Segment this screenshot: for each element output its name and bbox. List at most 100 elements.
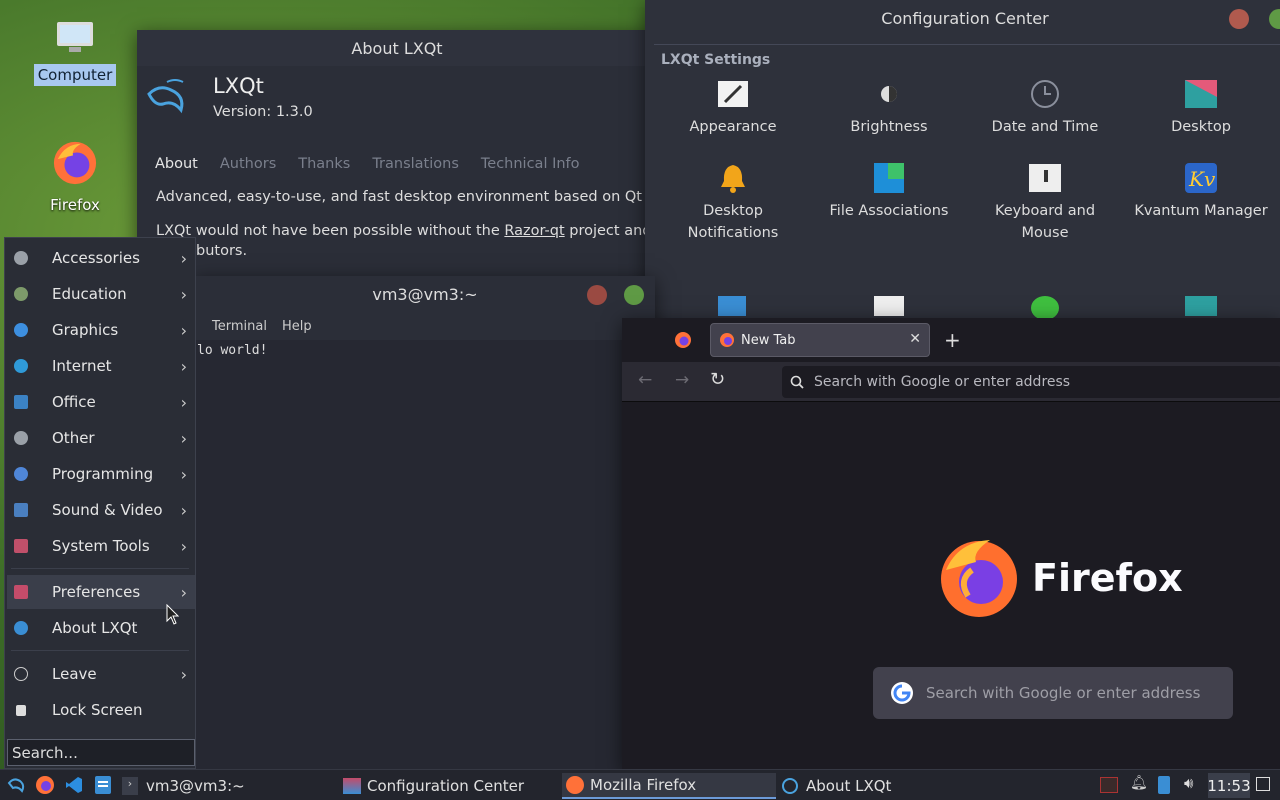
desktop-icon-computer[interactable]: Computer: [30, 20, 120, 86]
close-tab-icon[interactable]: ✕: [909, 331, 921, 347]
app-name: LXQt: [213, 74, 264, 98]
menu-help[interactable]: Help: [282, 319, 312, 334]
brightness-icon: [873, 78, 905, 110]
menu-sound-video[interactable]: Sound & Video ›: [7, 493, 195, 527]
accessories-icon: [14, 251, 28, 265]
config-keyboard-mouse[interactable]: Keyboard and Mouse: [967, 162, 1123, 244]
search-icon: [790, 375, 804, 389]
graphics-icon: [14, 323, 28, 337]
menu-lock-screen[interactable]: Lock Screen: [7, 693, 195, 727]
config-desktop-notifications[interactable]: Desktop Notifications: [655, 162, 811, 244]
clipboard-icon[interactable]: [1158, 776, 1170, 794]
menu-system-tools[interactable]: System Tools ›: [7, 529, 195, 563]
config-kvantum-manager[interactable]: Kv Kvantum Manager: [1123, 162, 1279, 244]
back-icon[interactable]: ←: [638, 370, 652, 390]
config-titlebar[interactable]: Configuration Center: [645, 0, 1280, 36]
minimize-button[interactable]: [1229, 9, 1249, 29]
terminal-titlebar[interactable]: vm3@vm3:~: [195, 276, 655, 312]
menu-leave[interactable]: Leave ›: [7, 657, 195, 691]
firefox-window: New Tab ✕ + ← → ↻ Search with Google or …: [622, 318, 1280, 770]
config-desktop[interactable]: Desktop: [1123, 78, 1279, 138]
config-file-associations[interactable]: File Associations: [811, 162, 967, 244]
firefox-logo-icon: [938, 536, 1020, 622]
config-brightness[interactable]: Brightness: [811, 78, 967, 138]
maximize-button[interactable]: [1269, 9, 1280, 29]
config-task-icon: [343, 778, 361, 794]
chevron-right-icon: ›: [180, 464, 187, 484]
firefox-navbar: ← → ↻ Search with Google or enter addres…: [622, 362, 1280, 402]
svg-text:Kv: Kv: [1188, 167, 1216, 191]
address-bar[interactable]: Search with Google or enter address: [782, 366, 1280, 398]
config-appearance[interactable]: Appearance: [655, 78, 811, 138]
menu-search-input[interactable]: Search...: [7, 739, 195, 766]
forward-icon[interactable]: →: [675, 370, 689, 390]
sound-video-icon: [14, 503, 28, 517]
chevron-right-icon: ›: [180, 392, 187, 412]
menu-terminal[interactable]: Terminal: [212, 319, 267, 334]
show-desktop-icon[interactable]: [1256, 777, 1270, 791]
desktop-icon-firefox[interactable]: Firefox: [30, 140, 120, 216]
bell-icon[interactable]: 🔔︎: [1130, 775, 1148, 791]
new-tab-plus-icon[interactable]: +: [944, 328, 961, 352]
menu-other[interactable]: Other ›: [7, 421, 195, 455]
minimize-button[interactable]: [587, 285, 607, 305]
about-titlebar[interactable]: About LXQt: [137, 30, 657, 66]
lxqt-menu-icon[interactable]: [6, 775, 26, 795]
google-icon: [891, 682, 913, 704]
vscode-launcher-icon[interactable]: [64, 775, 84, 795]
config-label: Keyboard and: [994, 203, 1096, 219]
razor-qt-link[interactable]: Razor-qt: [504, 223, 564, 239]
task-label: Configuration Center: [367, 777, 524, 795]
task-label: Mozilla Firefox: [590, 776, 697, 794]
task-terminal[interactable]: › vm3@vm3:~: [122, 773, 337, 799]
configuration-center-window: Configuration Center LXQt Settings Appea…: [645, 0, 1280, 320]
section-header: LXQt Settings: [661, 52, 771, 68]
tab-technical-info[interactable]: Technical Info: [481, 156, 580, 172]
file-launcher-icon[interactable]: [94, 775, 112, 795]
task-about-lxqt[interactable]: About LXQt: [782, 773, 997, 799]
reload-icon[interactable]: ↻: [710, 369, 725, 390]
menu-graphics[interactable]: Graphics ›: [7, 313, 195, 347]
task-label: About LXQt: [806, 777, 892, 795]
education-icon: [14, 287, 28, 301]
menu-internet[interactable]: Internet ›: [7, 349, 195, 383]
tab-new-tab[interactable]: New Tab ✕: [710, 323, 930, 357]
firefox-task-icon: [566, 776, 584, 794]
firefox-icon: [53, 141, 97, 185]
power-icon: [1031, 296, 1059, 320]
google-search-box[interactable]: Search with Google or enter address: [873, 667, 1233, 719]
menu-label: Lock Screen: [52, 701, 143, 719]
menu-office[interactable]: Office ›: [7, 385, 195, 419]
programming-icon: [14, 467, 28, 481]
volume-icon[interactable]: 🔊︎: [1184, 774, 1193, 792]
maximize-button[interactable]: [624, 285, 644, 305]
chevron-right-icon: ›: [180, 664, 187, 684]
firefox-view-icon[interactable]: [674, 331, 692, 349]
firefox-launcher-icon[interactable]: [35, 775, 55, 795]
menu-accessories[interactable]: Accessories ›: [7, 241, 195, 275]
file-associations-icon: [873, 162, 905, 194]
tab-about[interactable]: About: [155, 156, 198, 172]
menu-programming[interactable]: Programming ›: [7, 457, 195, 491]
chevron-right-icon: ›: [180, 356, 187, 376]
chevron-right-icon: ›: [180, 428, 187, 448]
tab-authors[interactable]: Authors: [220, 156, 276, 172]
computer-icon: [57, 22, 93, 52]
tab-translations[interactable]: Translations: [372, 156, 459, 172]
menu-label: Other: [52, 429, 95, 447]
menu-label: Graphics: [52, 321, 119, 339]
chevron-right-icon: ›: [180, 284, 187, 304]
task-configuration-center[interactable]: Configuration Center: [343, 773, 558, 799]
config-date-time[interactable]: Date and Time: [967, 78, 1123, 138]
menu-education[interactable]: Education ›: [7, 277, 195, 311]
task-firefox[interactable]: Mozilla Firefox: [562, 773, 776, 799]
clock[interactable]: 11:53: [1207, 773, 1251, 798]
lxqt-logo-icon: [145, 76, 189, 124]
window-title: vm3@vm3:~: [372, 284, 478, 304]
config-label: Kvantum Manager: [1134, 203, 1268, 219]
internet-icon: [14, 359, 28, 373]
menu-label: Office: [52, 393, 96, 411]
tab-thanks[interactable]: Thanks: [298, 156, 350, 172]
google-search-placeholder: Search with Google or enter address: [926, 684, 1201, 702]
network-icon[interactable]: [1100, 777, 1118, 793]
